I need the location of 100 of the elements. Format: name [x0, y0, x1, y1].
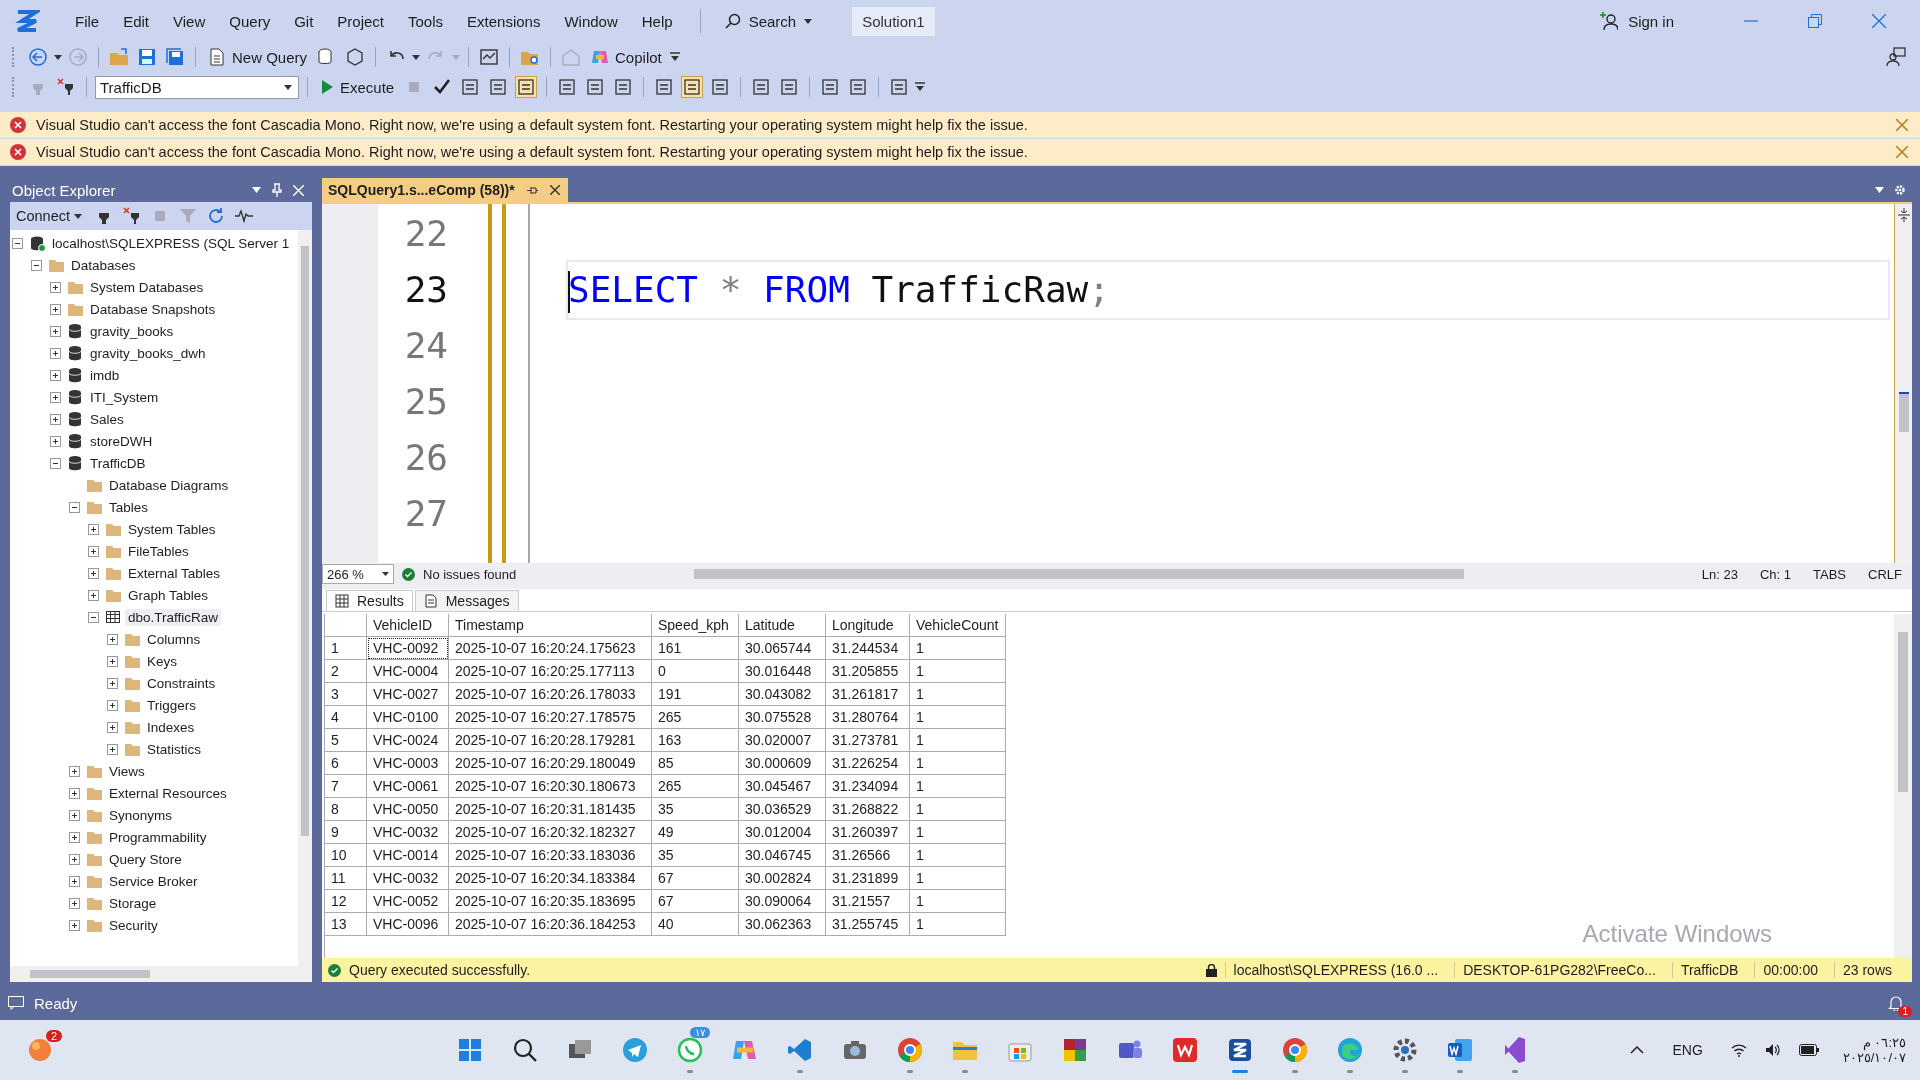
- menu-item[interactable]: Help: [630, 8, 684, 34]
- tree-item[interactable]: External Tables: [125, 564, 224, 582]
- column-header[interactable]: Latitude: [739, 614, 826, 637]
- split-icon[interactable]: [1897, 208, 1910, 222]
- connect-button[interactable]: Connect: [16, 208, 82, 224]
- menu-item[interactable]: View: [162, 8, 217, 34]
- database-dropdown[interactable]: TrafficDB: [95, 75, 299, 99]
- tree-item[interactable]: Databases: [68, 256, 139, 274]
- table-cell[interactable]: 2025-10-07 16:20:27.178575: [449, 706, 652, 729]
- caret-icon[interactable]: [412, 54, 421, 60]
- scroll-thumb[interactable]: [1898, 632, 1908, 792]
- menu-item[interactable]: Git: [283, 8, 325, 34]
- tree-item[interactable]: gravity_books: [87, 322, 177, 340]
- caret-icon[interactable]: [252, 187, 261, 193]
- tree-item[interactable]: Programmability: [106, 828, 210, 846]
- expand-icon[interactable]: [88, 567, 99, 579]
- expand-icon[interactable]: [50, 435, 61, 447]
- collapse-icon[interactable]: [12, 237, 23, 249]
- refresh-icon[interactable]: [206, 206, 226, 226]
- table-cell[interactable]: VHC-0003: [367, 752, 449, 775]
- bell-icon[interactable]: [1888, 995, 1904, 1011]
- tree-item[interactable]: External Resources: [106, 784, 230, 802]
- table-cell[interactable]: VHC-0050: [367, 798, 449, 821]
- tree-item[interactable]: Views: [106, 762, 148, 780]
- expand-icon[interactable]: [88, 589, 99, 601]
- back-icon[interactable]: [28, 47, 48, 67]
- search-button[interactable]: Search: [716, 8, 821, 34]
- tree-item[interactable]: Security: [106, 916, 161, 934]
- table-cell[interactable]: 31.244534: [826, 637, 910, 660]
- results-tab[interactable]: Results: [326, 590, 413, 611]
- table-cell[interactable]: VHC-0032: [367, 867, 449, 890]
- expand-icon[interactable]: [69, 787, 80, 799]
- column-header[interactable]: VehicleCount: [910, 614, 1006, 637]
- table-cell[interactable]: 2025-10-07 16:20:31.181435: [449, 798, 652, 821]
- expand-icon[interactable]: [69, 897, 80, 909]
- table-cell[interactable]: 265: [652, 706, 739, 729]
- tree-item[interactable]: Keys: [144, 652, 180, 670]
- column-header[interactable]: Speed_kph: [652, 614, 739, 637]
- table-cell[interactable]: 31.261817: [826, 683, 910, 706]
- settings-icon[interactable]: [1894, 184, 1906, 196]
- tree-item[interactable]: FileTables: [125, 542, 192, 560]
- expand-icon[interactable]: [50, 413, 61, 425]
- scrollbar[interactable]: [1894, 204, 1912, 563]
- caret-icon[interactable]: [54, 54, 62, 60]
- scroll-thumb[interactable]: [694, 569, 1465, 579]
- menu-item[interactable]: Edit: [112, 8, 161, 34]
- browser-icon[interactable]: [1280, 1036, 1309, 1064]
- column-header[interactable]: VehicleID: [367, 614, 449, 637]
- save-icon[interactable]: [137, 47, 157, 67]
- expand-icon[interactable]: [69, 831, 80, 843]
- scroll-thumb[interactable]: [301, 246, 309, 836]
- table-cell[interactable]: VHC-0061: [367, 775, 449, 798]
- table-cell[interactable]: 265: [652, 775, 739, 798]
- tree-item[interactable]: Columns: [144, 630, 204, 648]
- table-cell[interactable]: 30.000609: [739, 752, 826, 775]
- tree-item[interactable]: storeDWH: [87, 432, 156, 450]
- table-cell[interactable]: 30.090064: [739, 890, 826, 913]
- phone-bubble-icon[interactable]: [675, 1036, 704, 1064]
- table-cell[interactable]: 1: [910, 844, 1006, 867]
- table-cell[interactable]: 1: [910, 890, 1006, 913]
- table-cell[interactable]: 31.268822: [826, 798, 910, 821]
- table-cell[interactable]: 163: [652, 729, 739, 752]
- sign-in-button[interactable]: Sign in: [1600, 12, 1674, 30]
- expand-icon[interactable]: [50, 391, 61, 403]
- tree-item[interactable]: Tables: [106, 498, 152, 516]
- volume-icon[interactable]: [1764, 1043, 1781, 1057]
- activity-monitor-icon[interactable]: [479, 47, 500, 67]
- menu-item[interactable]: Query: [218, 8, 282, 34]
- expand-icon[interactable]: [50, 347, 61, 359]
- expand-icon[interactable]: [107, 721, 118, 733]
- tree-item[interactable]: localhost\SQLEXPRESS (SQL Server 1: [49, 234, 293, 252]
- tree-item[interactable]: TrafficDB: [87, 454, 149, 472]
- zoom-dropdown[interactable]: 266 %: [322, 564, 394, 584]
- table-cell[interactable]: 1: [910, 798, 1006, 821]
- tree-item[interactable]: ITI_System: [87, 388, 162, 406]
- tree-item[interactable]: dbo.TrafficRaw: [125, 608, 222, 626]
- disconnect-plug-icon[interactable]: [56, 77, 76, 97]
- menu-item[interactable]: Tools: [397, 8, 455, 34]
- tree-item[interactable]: Synonyms: [106, 806, 176, 824]
- table-cell[interactable]: 30.046745: [739, 844, 826, 867]
- table-cell[interactable]: 31.26566: [826, 844, 910, 867]
- clock[interactable]: ٠٦:٢٥ م ٢٠٢٥/١٠/٠٧: [1842, 1035, 1906, 1065]
- tree-item[interactable]: Service Broker: [106, 872, 201, 890]
- menu-item[interactable]: Extensions: [456, 8, 552, 34]
- document-tab[interactable]: SQLQuery1.s...eComp (58))*: [322, 178, 568, 202]
- expand-icon[interactable]: [107, 743, 118, 755]
- tree-item[interactable]: gravity_books_dwh: [87, 344, 209, 362]
- execute-button[interactable]: Execute: [316, 76, 399, 98]
- table-cell[interactable]: 2025-10-07 16:20:32.182327: [449, 821, 652, 844]
- table-cell[interactable]: 1: [910, 660, 1006, 683]
- tree-item[interactable]: Triggers: [144, 696, 199, 714]
- scroll-thumb[interactable]: [30, 970, 150, 978]
- chevron-up-icon[interactable]: [1630, 1046, 1645, 1054]
- menu-item[interactable]: File: [64, 8, 111, 34]
- table-cell[interactable]: 191: [652, 683, 739, 706]
- table-cell[interactable]: VHC-0092: [367, 637, 449, 660]
- table-cell[interactable]: 49: [652, 821, 739, 844]
- expand-icon[interactable]: [50, 281, 61, 293]
- table-cell[interactable]: 2025-10-07 16:20:33.183036: [449, 844, 652, 867]
- browser-icon[interactable]: [895, 1036, 924, 1064]
